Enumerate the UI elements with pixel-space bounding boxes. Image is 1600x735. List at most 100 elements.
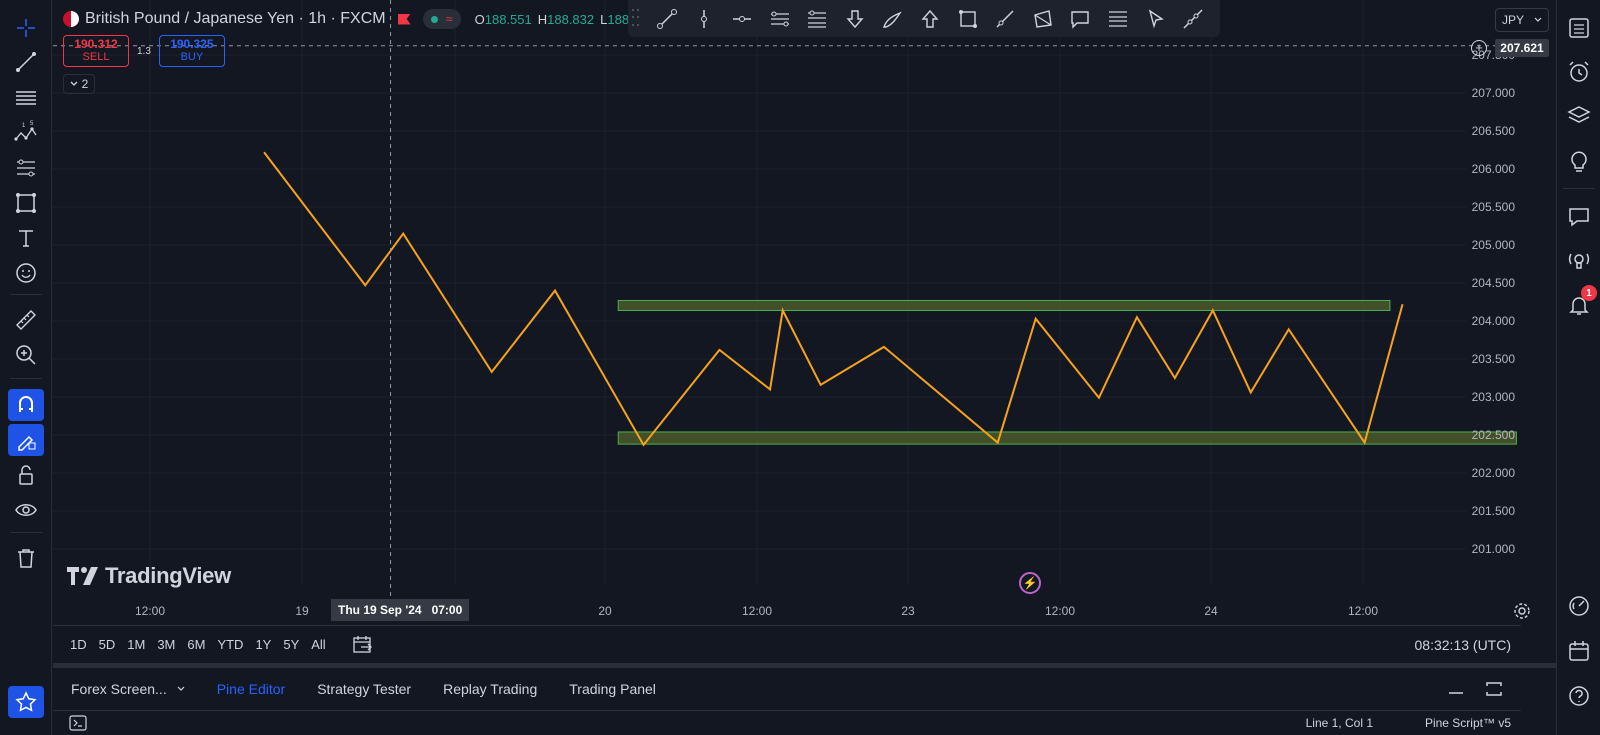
buy-button[interactable]: 190.325 BUY	[158, 35, 225, 67]
extended-line-tool-icon[interactable]	[1174, 3, 1212, 35]
vertical-line-tool-icon[interactable]	[686, 3, 724, 35]
alarm-clock-icon[interactable]	[1563, 56, 1595, 88]
favorites-star-icon[interactable]	[8, 686, 44, 718]
text-tool-icon[interactable]	[8, 222, 44, 254]
data-status-pill[interactable]: ≈	[422, 9, 461, 29]
utc-clock[interactable]: 08:32:13 (UTC)	[1415, 637, 1511, 653]
price-scale[interactable]: 207.500 207.000 206.500 206.000 205.500 205.0…	[1466, 0, 1521, 600]
chart-pane[interactable]	[53, 0, 1521, 625]
crosshair-icon[interactable]	[8, 12, 44, 44]
ray-tool-icon[interactable]	[986, 3, 1024, 35]
eye-icon[interactable]	[8, 494, 44, 526]
fib-retracement-tool-icon[interactable]	[798, 3, 836, 35]
time-tick-label: 12:00	[1044, 604, 1076, 618]
symbol-title[interactable]: British Pound / Japanese Yen · 1h · FXCM	[85, 10, 386, 28]
drawing-tools-bar	[628, 0, 1220, 37]
go-to-date-icon[interactable]	[352, 635, 374, 655]
editor-status-bar: Line 1, Col 1 Pine Script™ v5	[53, 710, 1521, 735]
tradingview-logo[interactable]: TradingView	[67, 563, 231, 589]
zone-support[interactable]	[617, 431, 1517, 445]
notifications-badge: 1	[1581, 285, 1597, 301]
svg-text:5: 5	[30, 121, 34, 127]
brush-tool-icon[interactable]	[874, 3, 912, 35]
settings-gear-icon[interactable]	[1513, 602, 1531, 620]
horizontal-ray-tool-icon[interactable]	[723, 3, 761, 35]
range-button[interactable]: 5D	[99, 637, 116, 652]
range-button[interactable]: 5Y	[283, 637, 299, 652]
tab-forex-screener[interactable]: Forex Screen...	[71, 681, 185, 697]
lock-icon[interactable]	[8, 459, 44, 491]
symbol-header[interactable]: British Pound / Japanese Yen · 1h · FXCM…	[63, 8, 633, 30]
buy-sell-panel: 190.312 SELL 1.3 190.325 BUY	[63, 35, 225, 67]
minimize-icon[interactable]	[1446, 679, 1466, 699]
lightning-icon[interactable]: ⚡	[1019, 572, 1041, 594]
horizontal-lines-icon[interactable]	[8, 82, 44, 114]
sell-label: SELL	[82, 51, 110, 63]
idea-bulb-icon[interactable]	[1563, 145, 1595, 177]
polygon-tool-icon[interactable]	[1024, 3, 1062, 35]
currency-flag-icon	[63, 11, 79, 27]
fib-tools-icon[interactable]	[8, 152, 44, 184]
range-button[interactable]: 1Y	[255, 637, 271, 652]
high-value: 188.832	[547, 11, 595, 27]
layers-icon[interactable]	[1563, 100, 1595, 132]
cursor-tool-icon[interactable]	[1137, 3, 1175, 35]
magnet-icon[interactable]	[8, 389, 44, 421]
price-tick-label: 206.000	[1471, 162, 1515, 176]
maximize-icon[interactable]	[1484, 679, 1504, 699]
live-dot-icon	[430, 15, 438, 23]
tab-strategy-tester[interactable]: Strategy Tester	[317, 681, 411, 697]
calendar-icon[interactable]	[1563, 635, 1595, 667]
tab-pine-editor[interactable]: Pine Editor	[217, 681, 285, 697]
range-button[interactable]: YTD	[217, 637, 243, 652]
arrow-down-tool-icon[interactable]	[836, 3, 874, 35]
drag-handle-icon[interactable]	[632, 8, 642, 29]
price-tick-label: 204.000	[1471, 314, 1515, 328]
arrow-up-tool-icon[interactable]	[911, 3, 949, 35]
watchlist-icon[interactable]	[1563, 12, 1595, 44]
pattern-icon[interactable]: 51	[8, 116, 44, 148]
shapes-icon[interactable]	[8, 187, 44, 219]
zoom-in-icon[interactable]	[8, 339, 44, 371]
notifications-bell-icon[interactable]: 1	[1563, 285, 1597, 321]
ruler-icon[interactable]	[8, 304, 44, 336]
time-tick-label: 19	[295, 604, 309, 618]
price-tick-label: 204.500	[1471, 276, 1515, 290]
open-value: 188.551	[484, 11, 532, 27]
callout-tool-icon[interactable]	[1062, 3, 1100, 35]
brand-name: TradingView	[105, 563, 231, 588]
range-button[interactable]: 3M	[157, 637, 175, 652]
sell-button[interactable]: 190.312 SELL	[63, 35, 129, 67]
plus-circle-icon[interactable]: +	[1471, 40, 1487, 56]
streams-icon[interactable]	[1563, 245, 1595, 277]
market-closed-flag-icon[interactable]	[397, 13, 411, 25]
price-tick-label: 206.500	[1471, 124, 1515, 138]
pine-version[interactable]: Pine Script™ v5	[1425, 716, 1511, 730]
parallel-channel-tool-icon[interactable]	[761, 3, 799, 35]
trend-line-tool-icon[interactable]	[648, 3, 686, 35]
date-range-bar: 1D 5D 1M 3M 6M YTD 1Y 5Y All 08:32:13 (U…	[53, 625, 1521, 663]
left-drawing-toolbar: 51	[0, 0, 52, 735]
stay-in-drawing-mode-icon[interactable]	[8, 424, 44, 456]
dom-icon[interactable]	[1563, 590, 1595, 622]
chat-icon[interactable]	[1563, 201, 1595, 233]
zones-layer	[617, 299, 1517, 445]
emoji-icon[interactable]	[8, 257, 44, 289]
range-button[interactable]: 1M	[127, 637, 145, 652]
trash-icon[interactable]	[8, 542, 44, 574]
range-button[interactable]: 1D	[70, 637, 87, 652]
range-button[interactable]: 6M	[187, 637, 205, 652]
rectangle-tool-icon[interactable]	[949, 3, 987, 35]
range-button[interactable]: All	[311, 637, 325, 652]
zone-resistance[interactable]	[617, 299, 1391, 311]
gann-fan-tool-icon[interactable]	[1099, 3, 1137, 35]
help-icon[interactable]	[1563, 680, 1595, 712]
indicators-toggle-button[interactable]: 2	[63, 74, 95, 94]
currency-selector[interactable]: JPY	[1495, 8, 1549, 32]
chevron-down-icon	[177, 686, 185, 691]
price-chart[interactable]	[53, 0, 1521, 625]
tab-replay-trading[interactable]: Replay Trading	[443, 681, 537, 697]
trend-line-icon[interactable]	[8, 46, 44, 78]
tab-trading-panel[interactable]: Trading Panel	[569, 681, 656, 697]
terminal-icon[interactable]	[69, 715, 87, 731]
